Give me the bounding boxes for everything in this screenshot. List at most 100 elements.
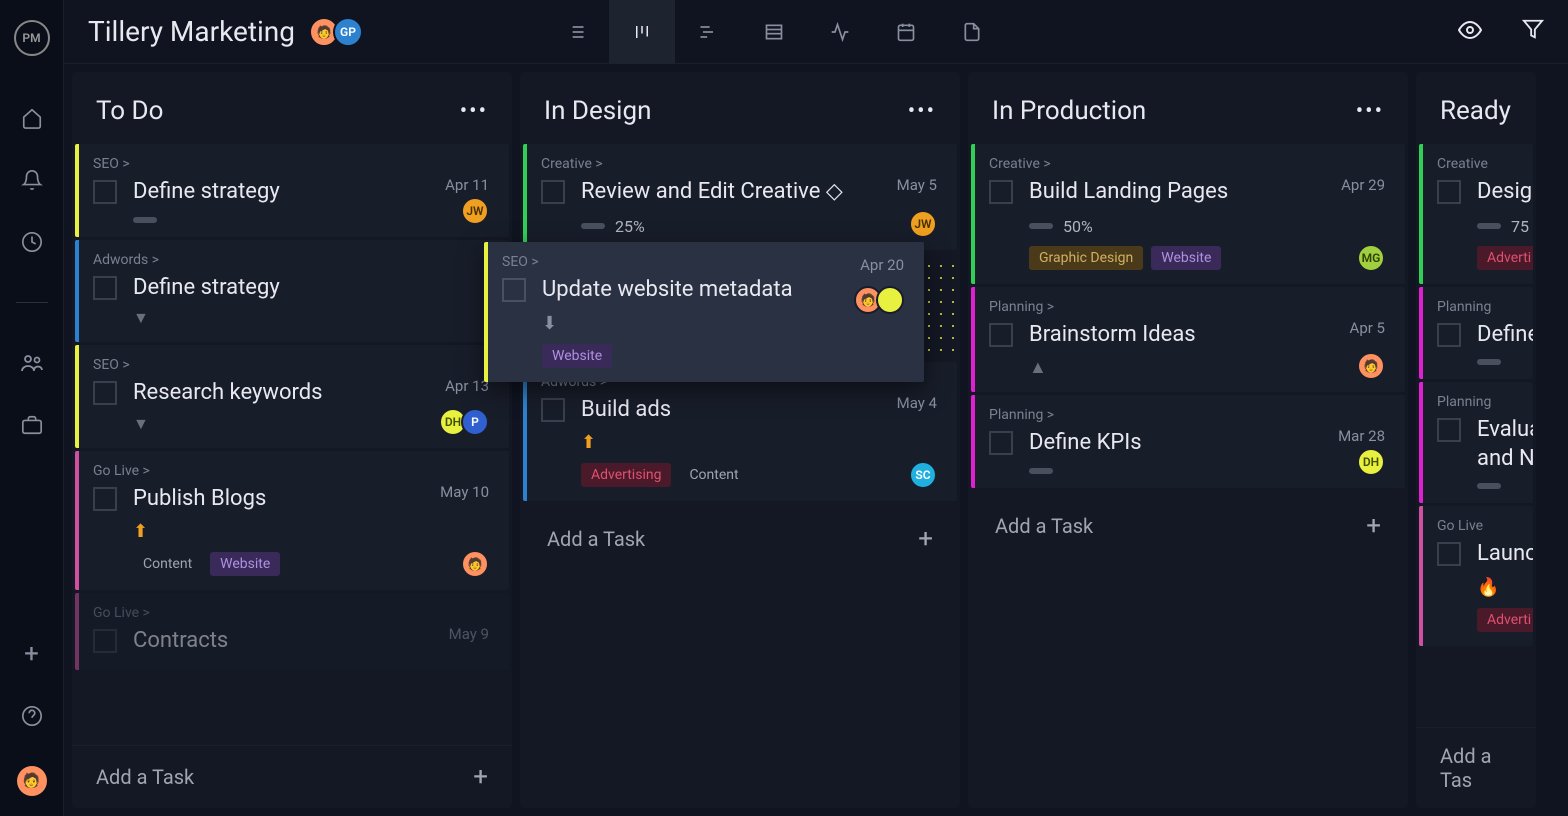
calendar-view-icon[interactable] [873,0,939,64]
progress-pct: 50% [1063,217,1093,236]
card-category: Planning [1437,394,1513,410]
add-task-label: Add a Task [995,514,1093,538]
plus-icon: + [473,762,488,792]
task-card[interactable]: Planning Evalua and N [1419,382,1533,503]
avatar[interactable]: MG [1357,244,1385,272]
task-card[interactable]: Go Live > Publish Blogs ⬆ Content Websit… [75,451,509,591]
files-view-icon[interactable] [939,0,1005,64]
avatar[interactable]: 🧑 [461,550,489,578]
task-card[interactable]: Creative Desig 75 Adverti [1419,144,1533,284]
task-card[interactable]: Planning Define [1419,287,1533,380]
task-checkbox[interactable] [541,398,565,422]
task-card[interactable]: SEO > Define strategy Apr 11 JW [75,144,509,237]
home-icon[interactable] [20,106,44,130]
list-view-icon[interactable] [543,0,609,64]
task-checkbox[interactable] [1437,418,1461,442]
column-menu-icon[interactable]: ••• [908,99,936,124]
card-category: Planning > [989,407,1385,423]
card-title: Build ads [581,396,937,425]
task-checkbox[interactable] [989,431,1013,455]
task-checkbox[interactable] [541,180,565,204]
task-checkbox[interactable] [93,276,117,300]
app-logo[interactable]: PM [14,20,50,56]
task-checkbox[interactable] [93,180,117,204]
clock-icon[interactable] [20,230,44,254]
column-ready: Ready Creative Desig 75 Adverti [1416,72,1536,808]
task-card[interactable]: Creative > Review and Edit Creative ◇ 25… [523,144,957,250]
avatar[interactable]: P [461,408,489,436]
card-title: Evalua and N [1477,416,1533,473]
tag[interactable]: Website [542,344,612,368]
avatar[interactable] [876,286,904,314]
progress-bar [1029,468,1053,474]
team-avatars[interactable]: 🧑 GP [315,17,363,47]
add-task-button[interactable]: Add a Tas [1416,727,1536,808]
task-card[interactable]: Go Live > Contracts May 9 [75,593,509,670]
avatar[interactable]: GP [333,17,363,47]
avatar[interactable]: DH [1357,448,1385,476]
tag[interactable]: Graphic Design [1029,246,1143,270]
avatar[interactable]: JW [909,210,937,238]
card-date: May 5 [897,176,937,194]
chevron-down-icon[interactable]: ▼ [133,308,489,328]
add-task-button[interactable]: Add a Task + [72,745,512,808]
avatar[interactable]: SC [909,461,937,489]
tag[interactable]: Content [679,463,748,487]
card-title: Update website metadata [542,276,904,305]
task-checkbox[interactable] [93,487,117,511]
progress-pct: 25% [615,217,645,236]
tag[interactable]: Content [133,552,202,576]
task-card[interactable]: Adwords > Build ads ⬆ Advertising Conten… [523,362,957,502]
avatar[interactable]: JW [461,197,489,225]
column-menu-icon[interactable]: ••• [1356,99,1384,124]
task-checkbox[interactable] [1437,323,1461,347]
chevron-down-icon[interactable]: ▼ [133,414,489,434]
task-card[interactable]: Planning > Define KPIs Mar 28 DH [971,395,1405,488]
table-view-icon[interactable] [741,0,807,64]
column-in-design: In Design ••• Creative > Review and Edit… [520,72,960,808]
team-icon[interactable] [20,351,44,375]
tag[interactable]: Website [210,552,280,576]
card-title: Define [1477,321,1533,350]
tag[interactable]: Adverti [1477,246,1533,270]
priority-up-icon: ⬆ [133,521,489,542]
task-checkbox[interactable] [502,278,526,302]
progress-bar [1477,483,1501,489]
topbar: Tillery Marketing 🧑 GP [64,0,1568,64]
briefcase-icon[interactable] [20,413,44,437]
help-icon[interactable] [20,704,44,728]
card-category: SEO > [93,156,489,172]
dragging-task-card[interactable]: SEO > Update website metadata ⬇ Website … [484,242,924,382]
user-avatar[interactable]: 🧑 [17,766,47,796]
task-checkbox[interactable] [1437,180,1461,204]
filter-icon[interactable] [1522,18,1544,46]
notifications-icon[interactable] [20,168,44,192]
task-card[interactable]: SEO > Research keywords ▼ Apr 13 DH P [75,345,509,448]
task-checkbox[interactable] [989,323,1013,347]
tag[interactable]: Advertising [581,463,671,487]
card-date: May 4 [897,394,937,412]
visibility-icon[interactable] [1458,18,1482,46]
tag[interactable]: Adverti [1477,608,1533,632]
task-checkbox[interactable] [93,629,117,653]
gantt-view-icon[interactable] [675,0,741,64]
avatar[interactable]: 🧑 [1357,352,1385,380]
add-icon[interactable]: + [20,642,44,666]
board-view-icon[interactable] [609,0,675,64]
task-checkbox[interactable] [989,180,1013,204]
add-task-button[interactable]: Add a Task + [523,504,957,574]
task-card[interactable]: Adwords > Define strategy ▼ [75,240,509,343]
activity-view-icon[interactable] [807,0,873,64]
card-title: Launch [1477,540,1533,569]
task-card[interactable]: Planning > Brainstorm Ideas ▲ Apr 5 🧑 [971,287,1405,393]
task-checkbox[interactable] [1437,542,1461,566]
column-title: Ready [1440,96,1511,126]
task-card[interactable]: Go Live Launch 🔥 Adverti [1419,506,1533,646]
card-category: Adwords > [93,252,489,268]
task-checkbox[interactable] [93,381,117,405]
tag[interactable]: Website [1151,246,1221,270]
card-title: Publish Blogs [133,485,489,514]
add-task-button[interactable]: Add a Task + [971,491,1405,561]
task-card[interactable]: Creative > Build Landing Pages 50% Graph… [971,144,1405,284]
column-menu-icon[interactable]: ••• [460,99,488,124]
